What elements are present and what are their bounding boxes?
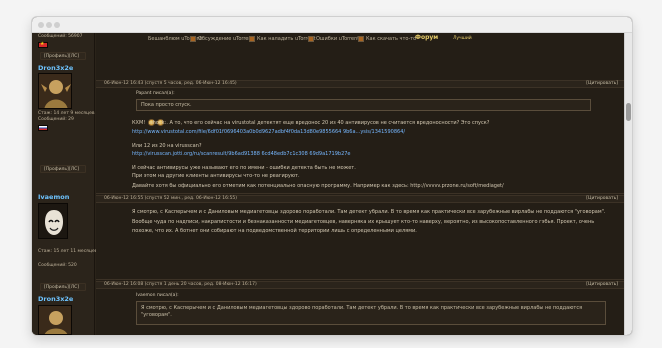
profile-button[interactable]: [Профиль] (44, 54, 69, 59)
quote-button[interactable]: [Цитировать] (586, 282, 618, 287)
user-messages: Сообщений: 520 (38, 263, 77, 268)
post-text: Или 12 из 20 на virusscan? (132, 143, 202, 149)
post-text: Я смотрю, с Касперычем и с Даниловым мед… (132, 209, 606, 215)
quote-text: Пока просто спуск. (141, 102, 192, 108)
pm-button[interactable]: [ЛС] (69, 167, 79, 172)
page-content: Сообщений: 56907 [Профиль] [ЛС] Dron3x2e (32, 33, 624, 335)
window-titlebar (32, 17, 632, 33)
post-header: 06-Июн-12 16:55 (спустя 52 мин., ред. 06… (96, 195, 624, 203)
forum-icon (249, 36, 255, 42)
post-link[interactable]: http://www.virustotal.com/file/6df01f069… (132, 129, 405, 136)
post-meta: 06-Июн-12 16:55 (спустя 52 мин., ред. 06… (104, 196, 237, 201)
top-user-messages: Сообщений: 56907 (38, 34, 83, 39)
forum-icon (358, 36, 364, 42)
forum-icon (308, 36, 314, 42)
post-meta: 06-Июн-12 16:08 (спустя 1 день 20 часов,… (104, 282, 257, 287)
post-text: похоже, что их. А ботнет они собирают на… (132, 228, 417, 234)
post-meta: 06-Июн-12 16:43 (спустя 5 часов, ред. 06… (104, 81, 237, 86)
posts-column: Бешанблюм uTorrent Обсуждение uTorrent К… (96, 33, 624, 335)
username[interactable]: Dron3x2e (38, 64, 73, 72)
top-link[interactable]: Как скачать что-то (366, 36, 416, 43)
flag-icon (38, 41, 48, 48)
user-messages: Сообщений: 29 (38, 117, 74, 122)
username[interactable]: Dron3x2e (38, 295, 73, 303)
quote-text: Я смотрю, с Касперычем и с Даниловым мед… (141, 305, 583, 318)
user-since: Стаж: 15 лет 11 месяцев (38, 249, 98, 254)
top-link[interactable]: Обсуждение uTorrent (198, 36, 254, 43)
window-zoom-icon[interactable] (54, 22, 60, 28)
post-header: 06-Июн-12 16:43 (спустя 5 часов, ред. 06… (96, 80, 624, 88)
user-actions: [Профиль] [ЛС] (40, 283, 86, 291)
window-close-icon[interactable] (38, 22, 44, 28)
top-user-actions: [Профиль] [ЛС] (40, 52, 86, 60)
top-link[interactable]: Как наладить uTorrent (257, 36, 316, 43)
quote-author: Ivaemon писал(а): (136, 293, 179, 298)
profile-button[interactable]: [Профиль] (44, 167, 69, 172)
profile-button[interactable]: [Профиль] (44, 285, 69, 290)
username[interactable]: Ivaemon (38, 193, 69, 201)
post-link[interactable]: http://virusscan.jotti.org/ru/scanresult… (132, 151, 351, 158)
post-text: При этом на другие клиенты антивирусы чт… (132, 173, 300, 179)
avatar-image (39, 306, 71, 334)
avatar-image (39, 74, 71, 108)
avatar-image (39, 204, 67, 238)
divider (96, 193, 624, 194)
quote-box: Я смотрю, с Касперычем и с Даниловым мед… (136, 301, 606, 325)
window-minimize-icon[interactable] (46, 22, 52, 28)
divider (96, 279, 624, 280)
avatar (38, 73, 72, 109)
avatar (38, 203, 68, 239)
quote-box: Пока просто спуск. (136, 99, 591, 111)
post-text: Давайте хотя бы официально его отметим к… (132, 183, 504, 189)
forum-logo-text: Форум (415, 34, 439, 41)
top-link[interactable]: Ошибки uTorrent (316, 36, 359, 43)
post-text: И сейчас антивирусы уже называют его по … (132, 165, 356, 171)
browser-frame: Сообщений: 56907 [Профиль] [ЛС] Dron3x2e (0, 0, 662, 348)
post-text: Вообще чуда по надписи, накрапистости и … (132, 219, 595, 225)
user-actions: [Профиль] [ЛС] (40, 165, 86, 173)
forum-logo-subtext: Лучший (453, 36, 472, 41)
pm-button[interactable]: [ЛС] (69, 54, 79, 59)
flag-icon (38, 125, 48, 131)
left-user-column: Сообщений: 56907 [Профиль] [ЛС] Dron3x2e (32, 33, 98, 335)
quote-button[interactable]: [Цитировать] (586, 81, 618, 86)
quote-button[interactable]: [Цитировать] (586, 196, 618, 201)
forum-icon (190, 36, 196, 42)
browser-window: Сообщений: 56907 [Профиль] [ЛС] Dron3x2e (32, 17, 632, 335)
pm-button[interactable]: [ЛС] (69, 285, 79, 290)
vertical-scrollbar[interactable] (624, 33, 632, 335)
post-text: КХМ! :shock:. А то, что его сейчас на vi… (132, 120, 490, 126)
scrollbar-thumb[interactable] (626, 103, 631, 121)
avatar (38, 305, 72, 335)
quote-author: Papant писал(а): (136, 91, 175, 96)
top-links-bar: Бешанблюм uTorrent Обсуждение uTorrent К… (96, 33, 624, 45)
post-header: 06-Июн-12 16:08 (спустя 1 день 20 часов,… (96, 281, 624, 289)
